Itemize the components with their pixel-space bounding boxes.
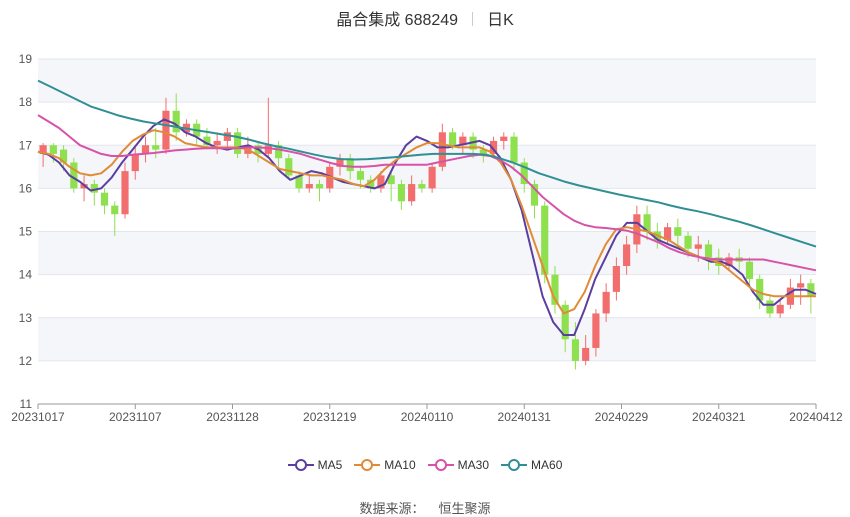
candle-body [571, 339, 580, 361]
candle-body [694, 244, 702, 249]
candle-body [797, 283, 805, 288]
legend-item-ma30[interactable]: MA30 [427, 458, 490, 472]
legend-label: MA5 [317, 458, 343, 472]
candle [428, 162, 436, 193]
candle-body [172, 110, 180, 133]
x-axis: 20231017 20231107 20231128 20231219 20240110… [11, 403, 843, 424]
candle [766, 296, 774, 318]
candle-body [602, 291, 610, 314]
legend-item-ma60[interactable]: MA60 [501, 458, 562, 472]
candle-body [408, 184, 416, 202]
x-tick-label: 20240110 [401, 410, 454, 424]
x-tick-label: 20240131 [498, 410, 552, 424]
candle-body [49, 145, 57, 154]
y-tick-label: 16 [19, 181, 33, 195]
source-value: 恒生聚源 [438, 501, 491, 516]
x-tick-label: 20231219 [303, 410, 357, 424]
candle [776, 300, 784, 318]
grid-band [38, 231, 816, 275]
candle-body [131, 153, 139, 172]
candle-body [100, 192, 109, 206]
candle-body [592, 313, 600, 348]
y-tick-label: 15 [19, 225, 33, 239]
y-tick-label: 19 [19, 52, 33, 66]
x-tick-label: 20231107 [109, 410, 162, 424]
candle-body [684, 235, 692, 249]
y-tick-label: 11 [20, 397, 33, 411]
grid-band [38, 317, 816, 361]
candle-body [449, 132, 457, 146]
candle [234, 128, 242, 159]
legend-marker-icon [354, 459, 381, 471]
legend-label: MA30 [457, 458, 490, 472]
candle [397, 179, 405, 210]
legend-label: MA10 [384, 458, 416, 472]
candle-body [500, 136, 508, 141]
y-axis: 11 12 13 14 15 16 17 18 19 [19, 52, 33, 411]
candle [193, 119, 201, 146]
candle-body [418, 184, 426, 189]
legend-marker-icon [287, 459, 314, 471]
y-tick-label: 18 [19, 95, 33, 109]
y-tick-label: 17 [19, 138, 33, 152]
candle-body [612, 266, 620, 292]
candle [100, 188, 109, 215]
candle-body [807, 283, 815, 297]
data-source: 数据来源： 恒生聚源 [0, 498, 850, 517]
y-tick-label: 12 [19, 354, 33, 368]
candle-body [213, 140, 221, 146]
candle-body [305, 184, 313, 189]
plot-background-bands [38, 59, 816, 361]
x-tick-label: 20240412 [789, 410, 843, 424]
candle-body [745, 261, 754, 279]
candle-body [121, 171, 129, 215]
candlestick-chart: 111213141516171819 20231017 20231107 20231… [11, 52, 843, 424]
x-tick-label: 20240321 [692, 410, 746, 424]
candle-body [674, 227, 682, 236]
grid-band [38, 145, 816, 189]
candle-body [264, 145, 272, 154]
candle-body [152, 145, 160, 150]
x-tick-label: 20231128 [206, 410, 259, 424]
candle-body [776, 304, 784, 314]
candle-body [766, 300, 774, 314]
legend-marker-icon [501, 459, 528, 471]
candle-body [285, 158, 293, 176]
y-tick-label: 14 [19, 268, 33, 282]
candle [111, 201, 119, 236]
candle-body [111, 205, 119, 215]
candle [602, 283, 610, 323]
legend-item-ma5[interactable]: MA5 [287, 458, 343, 472]
candle-body [704, 244, 713, 258]
candle-body [162, 110, 170, 150]
source-label: 数据来源： [359, 501, 425, 516]
candle-body [582, 347, 590, 361]
candle-body [397, 184, 405, 202]
candle-body [510, 136, 518, 163]
legend-item-ma10[interactable]: MA10 [354, 458, 416, 472]
candle-body [315, 184, 324, 189]
y-tick-label: 13 [19, 311, 33, 325]
legend: MA5 MA10 MA30 MA60 [0, 458, 850, 474]
legend-marker-icon [427, 459, 454, 471]
legend-label: MA60 [531, 458, 563, 472]
candle-body [428, 166, 436, 189]
x-tick-label: 20240229 [595, 410, 649, 424]
candle-body [356, 171, 365, 180]
moving-average-lines [37, 79, 817, 336]
candle-body [623, 244, 631, 266]
x-tick-label: 20231017 [11, 410, 65, 424]
grid-band [38, 59, 816, 103]
